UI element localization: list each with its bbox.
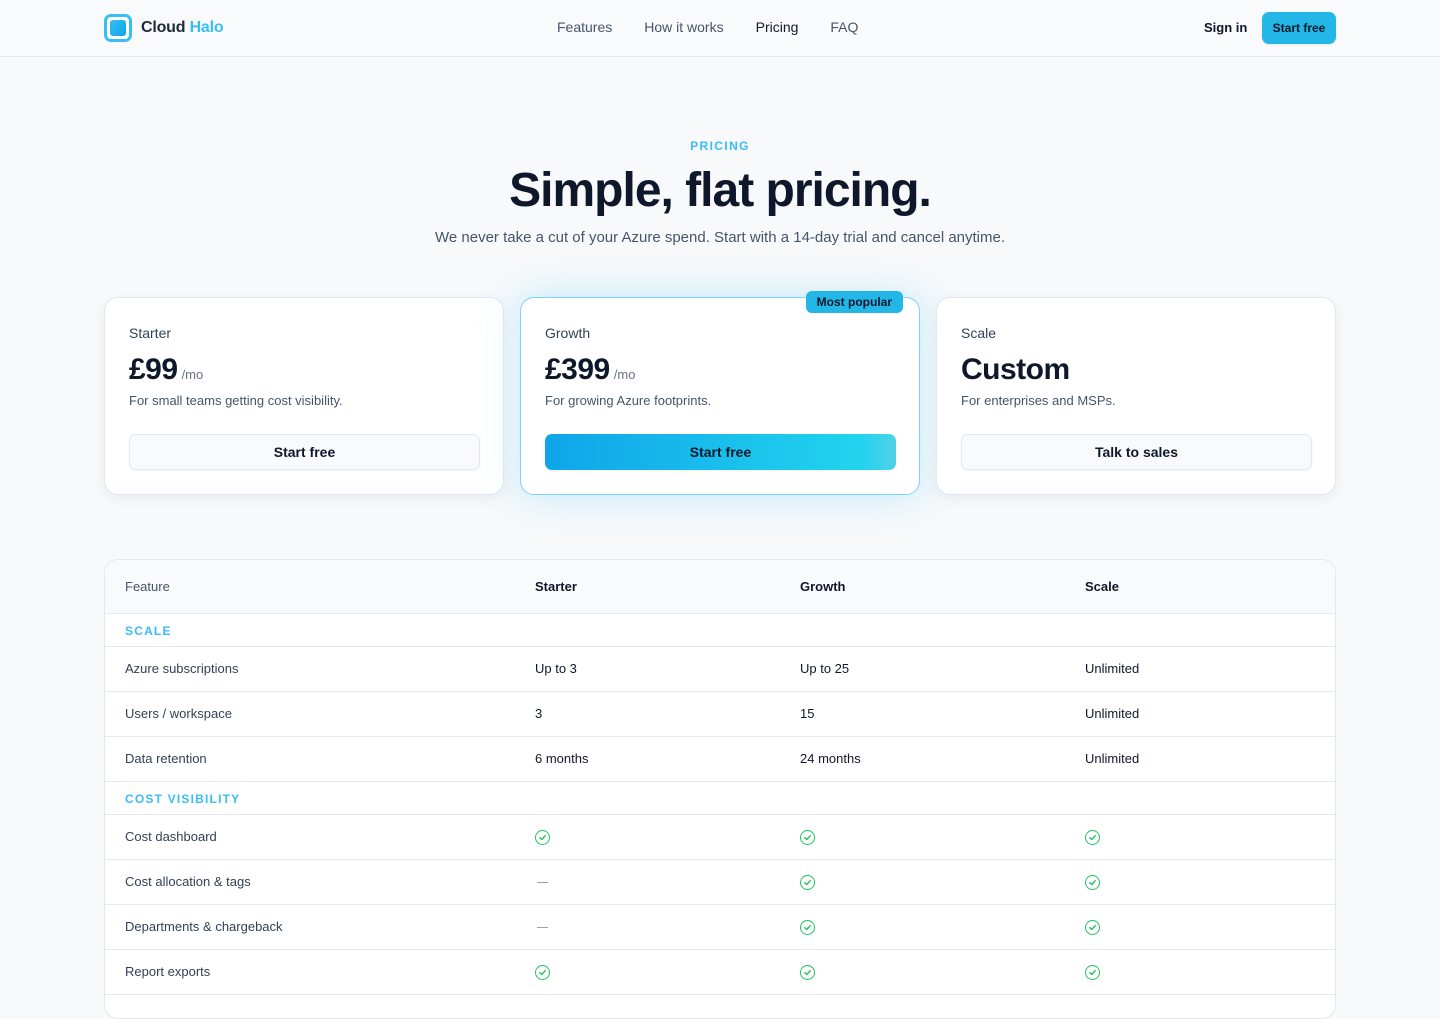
table-row: Report exports xyxy=(105,950,1335,995)
table-section-row: COST VISIBILITY xyxy=(105,782,1335,815)
plan-card-growth: Most popular Growth £399 /mo For growing… xyxy=(520,291,920,495)
table-row: Cost dashboard xyxy=(105,815,1335,860)
growth-start-free-button[interactable]: Start free xyxy=(545,434,896,470)
plan-value: Unlimited xyxy=(1085,661,1140,676)
table-row: Users / workspace 3 15 Unlimited xyxy=(105,692,1335,737)
top-navigation-bar: Cloud Halo Features How it works Pricing… xyxy=(0,0,1440,57)
cloud-halo-logo-icon xyxy=(104,14,132,42)
start-free-header-button[interactable]: Start free xyxy=(1262,12,1336,44)
plan-card-scale: Scale Custom For enterprises and MSPs. T… xyxy=(936,297,1336,495)
plan-value: Up to 25 xyxy=(800,661,850,676)
plan-description: For enterprises and MSPs. xyxy=(961,393,1116,408)
section-title: COST VISIBILITY xyxy=(125,792,241,806)
plan-name: Starter xyxy=(129,325,172,341)
plan-price: Custom xyxy=(961,353,1074,387)
feature-comparison-table: Feature Starter Growth Scale SCALE Azure … xyxy=(104,559,1336,1019)
brand-logo-link[interactable]: Cloud Halo xyxy=(104,14,224,42)
column-header-scale: Scale xyxy=(1085,579,1119,594)
plan-name: Scale xyxy=(961,325,997,341)
table-row: Data retention 6 months 24 months Unlimited xyxy=(105,737,1335,782)
plan-period: /mo xyxy=(181,367,204,382)
main-nav: Features How it works Pricing FAQ xyxy=(557,19,858,35)
table-row: Cost allocation & tags xyxy=(105,860,1335,905)
feature-name: Users / workspace xyxy=(125,706,232,721)
page-title: Simple, flat pricing. xyxy=(509,164,932,217)
check-icon xyxy=(1085,830,1100,845)
plan-value: 6 months xyxy=(535,751,589,766)
check-icon xyxy=(800,920,815,935)
plan-name: Growth xyxy=(545,325,591,341)
column-header-growth: Growth xyxy=(800,579,846,594)
starter-start-free-button[interactable]: Start free xyxy=(129,434,480,470)
column-header-starter: Starter xyxy=(535,579,577,594)
feature-name: Departments & chargeback xyxy=(125,919,283,934)
check-icon xyxy=(535,965,550,980)
check-icon xyxy=(1085,875,1100,890)
check-icon xyxy=(800,830,815,845)
plan-value: Unlimited xyxy=(1085,706,1140,721)
plan-description: For growing Azure footprints. xyxy=(545,393,712,408)
check-icon xyxy=(535,830,550,845)
brand-name: Cloud Halo xyxy=(141,19,224,37)
dash-icon xyxy=(537,927,548,928)
plan-description: For small teams getting cost visibility. xyxy=(129,393,343,408)
plan-value: 3 xyxy=(535,706,543,721)
check-icon xyxy=(800,875,815,890)
table-row: Azure subscriptions Up to 3 Up to 25 Unlimi… xyxy=(105,647,1335,692)
feature-name: Report exports xyxy=(125,964,211,979)
plan-amount: Custom xyxy=(961,353,1070,386)
sign-in-link[interactable]: Sign in xyxy=(1204,20,1247,35)
table-section-row: SCALE xyxy=(105,614,1335,647)
brand-name-primary: Cloud xyxy=(141,19,186,36)
dash-icon xyxy=(537,882,548,883)
feature-name: Azure subscriptions xyxy=(125,661,239,676)
check-icon xyxy=(1085,920,1100,935)
brand-name-accent: Halo xyxy=(189,19,224,36)
nav-features[interactable]: Features xyxy=(557,19,612,35)
plan-period: /mo xyxy=(613,367,636,382)
talk-to-sales-button[interactable]: Talk to sales xyxy=(961,434,1312,470)
table-header-row: Feature Starter Growth Scale xyxy=(105,560,1335,614)
nav-how-it-works[interactable]: How it works xyxy=(644,19,723,35)
check-icon xyxy=(1085,965,1100,980)
pricing-eyebrow: PRICING xyxy=(690,139,750,153)
plan-amount: £399 xyxy=(545,353,610,386)
plan-amount: £99 xyxy=(129,353,178,386)
nav-faq[interactable]: FAQ xyxy=(830,19,858,35)
check-icon xyxy=(800,965,815,980)
plan-value: Up to 3 xyxy=(535,661,577,676)
plan-value: 15 xyxy=(800,706,815,721)
plan-value: 24 months xyxy=(800,751,861,766)
plan-price: £399 /mo xyxy=(545,353,635,387)
plan-price: £99 /mo xyxy=(129,353,203,387)
feature-name: Cost dashboard xyxy=(125,829,217,844)
feature-name: Data retention xyxy=(125,751,207,766)
table-row: Departments & chargeback xyxy=(105,905,1335,950)
page-subtitle: We never take a cut of your Azure spend.… xyxy=(434,229,1006,246)
most-popular-badge: Most popular xyxy=(805,291,903,313)
column-header-feature: Feature xyxy=(125,579,170,594)
nav-pricing[interactable]: Pricing xyxy=(756,19,799,35)
plan-value: Unlimited xyxy=(1085,751,1140,766)
plan-card-starter: Starter £99 /mo For small teams getting … xyxy=(104,297,504,495)
feature-name: Cost allocation & tags xyxy=(125,874,251,889)
section-title: SCALE xyxy=(125,624,172,638)
